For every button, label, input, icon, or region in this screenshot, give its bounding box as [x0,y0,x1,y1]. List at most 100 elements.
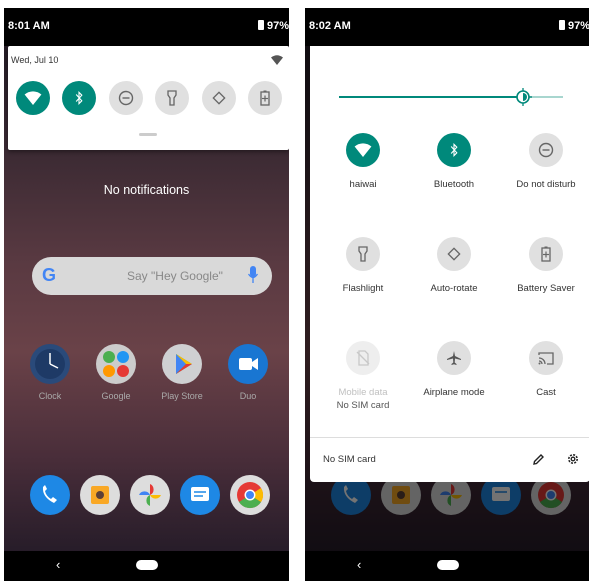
do-not-disturb-icon [538,142,554,158]
bluetooth-tile-button[interactable] [437,133,471,167]
messages-app-icon[interactable] [180,475,220,515]
google-folder-icon[interactable] [96,344,136,384]
search-hint: Say "Hey Google" [127,269,223,283]
music-player-icon [91,486,109,504]
battery-saver-tile-button[interactable] [529,237,563,271]
do-not-disturb-icon [118,90,134,106]
wifi-tile[interactable]: haiwai [323,133,403,191]
status-bar: 8:01 AM 97% [4,8,289,46]
wifi-icon [354,143,372,157]
bluetooth-tile[interactable]: Bluetooth [414,133,494,191]
battery-saver-tile[interactable]: Battery Saver [506,237,586,295]
battery-indicator: 97% [558,20,589,32]
auto-rotate-tile[interactable]: Auto-rotate [414,237,494,295]
do-not-disturb-tile-label: Do not disturb [516,179,576,190]
battery-icon [257,20,264,30]
play-store-icon [176,354,192,374]
do-not-disturb-tile[interactable] [109,81,143,115]
expand-handle[interactable] [139,133,157,136]
bluetooth-tile[interactable] [62,81,96,115]
flashlight-tile[interactable] [155,81,189,115]
cast-icon [538,352,554,365]
clock-app-label: Clock [38,391,62,401]
navigation-bar: ‹ [305,551,589,581]
airplane-icon [447,351,461,365]
mobile-data-tile-label: Mobile data [338,387,388,398]
music-app-icon[interactable] [80,475,120,515]
flashlight-icon [358,246,368,262]
battery-icon [558,20,565,30]
play-store-app-icon[interactable] [162,344,202,384]
home-button[interactable] [136,560,158,570]
home-button[interactable] [437,560,459,570]
auto-rotate-tile-button[interactable] [437,237,471,271]
flashlight-tile-button[interactable] [346,237,380,271]
status-bar: 8:02 AM 97% [305,8,589,46]
flashlight-tile-label: Flashlight [342,283,384,294]
clock-app-icon[interactable] [30,344,70,384]
battery-indicator: 97% [257,20,289,32]
cast-tile-button[interactable] [529,341,563,375]
status-time: 8:02 AM [309,20,351,32]
mobile-data-tile-button [346,341,380,375]
wifi-tile[interactable] [16,81,50,115]
no-notifications-text: No notifications [103,183,190,197]
wifi-tile-label: haiwai [349,179,377,190]
bluetooth-icon [450,143,458,157]
do-not-disturb-tile[interactable]: Do not disturb [506,133,586,191]
auto-rotate-tile-label: Auto-rotate [430,283,478,294]
airplane-mode-tile[interactable]: Airplane mode [414,341,494,399]
mobile-data-off-icon [356,350,370,366]
battery-saver-icon [260,90,270,106]
pinwheel-icon [139,484,161,506]
airplane-mode-tile-button[interactable] [437,341,471,375]
battery-percent: 97% [567,20,589,32]
auto-rotate-icon [212,91,226,105]
back-button[interactable]: ‹ [56,557,60,572]
wifi-signal-icon [271,55,283,65]
google-app-label: Google [101,391,131,401]
battery-saver-icon [541,246,551,262]
brightness-icon[interactable] [514,88,532,106]
brightness-slider-fill [339,96,523,98]
phone-screen-right: 8:02 AM 97% haiwai Bluetooth Do not dist… [305,8,589,581]
wifi-tile-button[interactable] [346,133,380,167]
duo-app-icon[interactable] [228,344,268,384]
settings-gear-icon[interactable] [566,452,580,466]
play-store-app-label: Play Store [161,391,203,401]
google-logo-icon: G [42,265,57,285]
airplane-mode-tile-label: Airplane mode [423,387,485,398]
chrome-app-icon[interactable] [230,475,270,515]
mobile-data-tile-sublabel: No SIM card [336,400,390,411]
flashlight-tile[interactable]: Flashlight [323,237,403,295]
bluetooth-tile-label: Bluetooth [433,179,475,190]
edit-pencil-icon[interactable] [532,453,545,466]
phone-handset-icon [42,485,57,503]
quick-settings-footer: No SIM card [310,437,589,482]
chrome-icon [237,482,264,509]
bluetooth-icon [75,91,83,105]
brightness-slider[interactable] [339,88,563,106]
clock-face-icon [35,349,65,379]
video-camera-icon [239,358,258,370]
sim-status-text: No SIM card [323,454,376,465]
battery-percent: 97% [266,20,289,32]
phone-app-icon[interactable] [30,475,70,515]
date-label: Wed, Jul 10 [11,55,59,65]
auto-rotate-tile[interactable] [202,81,236,115]
battery-saver-tile[interactable] [248,81,282,115]
quick-settings-collapsed[interactable]: Wed, Jul 10 [8,46,289,150]
phone-screen-left: 8:01 AM 97% Wed, Jul 10 No notifications… [4,8,289,581]
google-search-bar[interactable]: G Say "Hey Google" [32,257,272,295]
back-button[interactable]: ‹ [357,557,361,572]
do-not-disturb-tile-button[interactable] [529,133,563,167]
microphone-icon[interactable] [248,266,258,284]
status-time: 8:01 AM [8,20,50,32]
flashlight-icon [167,90,177,106]
message-bubble-icon [191,487,209,501]
duo-app-label: Duo [239,391,257,401]
google-folder-glyph [103,351,129,377]
mobile-data-tile: Mobile data No SIM card [323,341,403,412]
cast-tile[interactable]: Cast [506,341,586,399]
photos-app-icon[interactable] [130,475,170,515]
